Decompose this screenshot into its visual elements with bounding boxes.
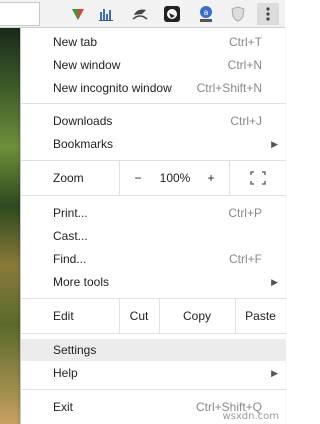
cut-label: Cut xyxy=(129,309,149,323)
menu-item-label: New window xyxy=(53,58,121,72)
menu-item-label: Settings xyxy=(53,343,97,357)
menu-item-label: Help xyxy=(53,366,78,380)
zoom-row: Zoom − 100% + xyxy=(21,161,286,195)
menu-item-label: Downloads xyxy=(53,114,113,128)
shortcut-text: Ctrl+N xyxy=(227,58,262,72)
cut-button[interactable]: Cut xyxy=(119,299,159,333)
menu-item-new-incognito-window[interactable]: New incognito window Ctrl+Shift+N xyxy=(21,77,286,99)
zoom-out-button[interactable]: − xyxy=(119,161,157,195)
shield-extension-icon[interactable] xyxy=(228,4,248,24)
zoom-in-button[interactable]: + xyxy=(193,161,229,195)
panda-extension-icon[interactable] xyxy=(162,4,182,24)
chrome-main-menu: New tab Ctrl+T New window Ctrl+N New inc… xyxy=(20,28,286,424)
svg-text:a: a xyxy=(204,8,209,17)
copy-label: Copy xyxy=(182,309,211,323)
menu-item-label: Find... xyxy=(53,252,87,266)
submenu-arrow-icon: ▶ xyxy=(271,368,278,378)
menu-item-label: Exit xyxy=(53,400,74,414)
menu-divider xyxy=(21,389,286,390)
edit-row: Edit Cut Copy Paste xyxy=(21,299,286,333)
fullscreen-button[interactable] xyxy=(229,161,286,195)
shortcut-text: Ctrl+J xyxy=(230,114,262,128)
menu-divider xyxy=(21,333,286,334)
menu-item-label: Bookmarks xyxy=(53,137,114,151)
menu-item-new-tab[interactable]: New tab Ctrl+T xyxy=(21,31,286,53)
menu-divider xyxy=(21,103,286,104)
edit-label: Edit xyxy=(53,309,74,323)
submenu-arrow-icon: ▶ xyxy=(271,139,278,149)
weather-extension-icon[interactable] xyxy=(130,4,150,24)
menu-item-more-tools[interactable]: More tools ▶ xyxy=(21,271,286,293)
address-bar[interactable] xyxy=(0,2,40,26)
menu-item-label: New incognito window xyxy=(53,81,172,95)
menu-item-label: More tools xyxy=(53,275,110,289)
menu-item-downloads[interactable]: Downloads Ctrl+J xyxy=(21,110,286,132)
zoom-level: 100% xyxy=(157,161,193,195)
shortcut-text: Ctrl+Shift+N xyxy=(196,81,262,95)
chrome-menu-icon[interactable] xyxy=(257,3,279,25)
zoom-in-label: + xyxy=(207,171,215,185)
user-badge-extension-icon[interactable]: a xyxy=(196,4,216,24)
menu-item-cast[interactable]: Cast... xyxy=(21,225,286,247)
shortcut-text: Ctrl+T xyxy=(229,35,262,49)
menu-item-label: Print... xyxy=(53,206,88,220)
menu-item-label: New tab xyxy=(53,35,98,49)
zoom-label: Zoom xyxy=(53,171,84,185)
submenu-arrow-icon: ▶ xyxy=(271,277,278,287)
fullscreen-icon xyxy=(249,171,266,185)
chart-triangle-extension-icon[interactable] xyxy=(68,4,88,24)
paste-label: Paste xyxy=(245,309,276,323)
menu-item-label: Cast... xyxy=(53,229,88,243)
zoom-value: 100% xyxy=(159,171,191,185)
menu-item-new-window[interactable]: New window Ctrl+N xyxy=(21,54,286,76)
bar-chart-extension-icon[interactable] xyxy=(96,4,116,24)
zoom-out-label: − xyxy=(134,171,142,185)
menu-item-print[interactable]: Print... Ctrl+P xyxy=(21,202,286,224)
menu-divider xyxy=(21,195,286,196)
menu-item-bookmarks[interactable]: Bookmarks ▶ xyxy=(21,133,286,155)
shortcut-text: Ctrl+P xyxy=(228,206,262,220)
copy-button[interactable]: Copy xyxy=(159,299,235,333)
menu-item-find[interactable]: Find... Ctrl+F xyxy=(21,248,286,270)
menu-item-settings[interactable]: Settings xyxy=(21,339,286,361)
menu-item-help[interactable]: Help ▶ xyxy=(21,362,286,384)
browser-toolbar: a xyxy=(0,0,285,28)
webpage-background xyxy=(0,28,20,424)
watermark-text: wsxdn.com xyxy=(222,411,279,422)
paste-button[interactable]: Paste xyxy=(235,299,286,333)
shortcut-text: Ctrl+F xyxy=(229,252,262,266)
